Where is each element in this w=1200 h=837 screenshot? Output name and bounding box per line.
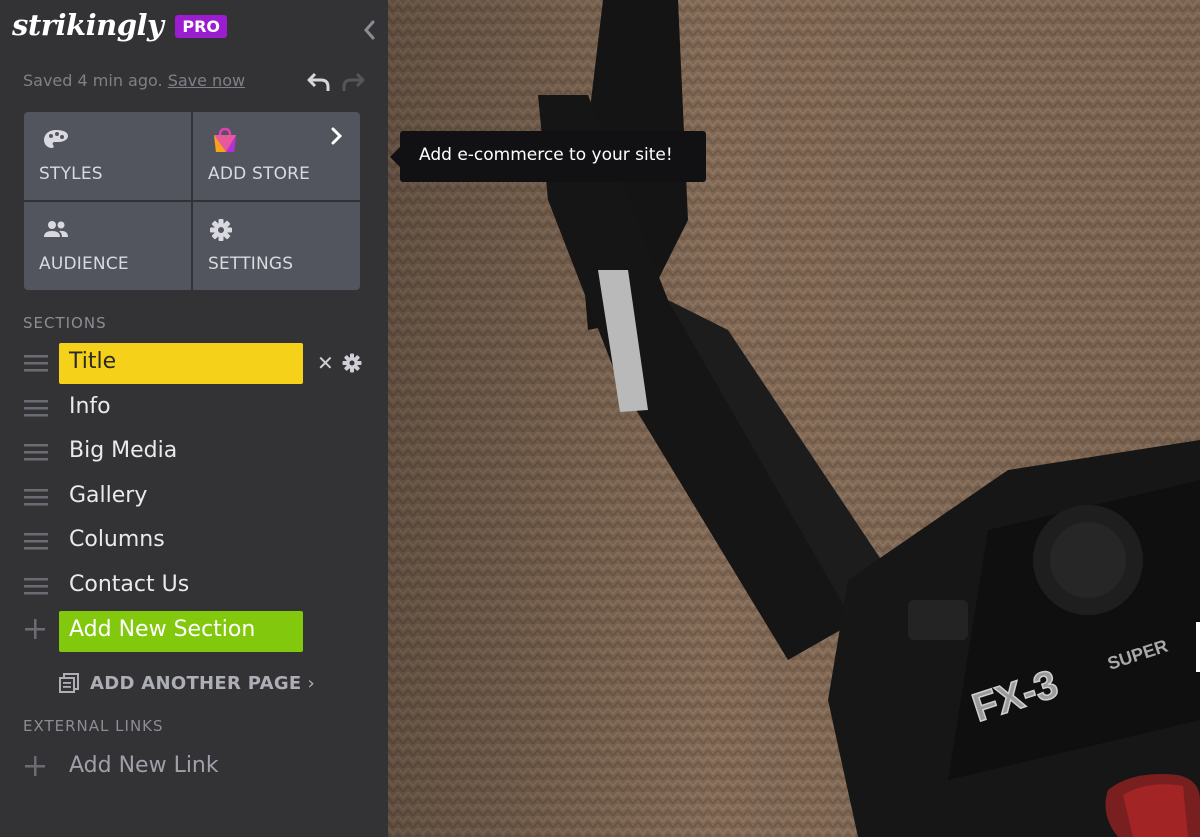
add-store-tile[interactable]: ADD STORE xyxy=(193,112,360,200)
brand: strikingly PRO xyxy=(12,8,228,42)
settings-label: SETTINGS xyxy=(208,254,294,274)
add-new-section-label: Add New Section xyxy=(69,616,256,642)
section-label[interactable]: Big Media xyxy=(69,438,177,463)
section-item-big-media[interactable]: Big Media xyxy=(0,430,388,475)
save-now-link[interactable]: Save now xyxy=(168,71,245,90)
section-list: Title ✕ Info Big Media Gallery Columns C… xyxy=(0,341,388,653)
editor-tiles: STYLES ADD STORE AUDIENCE SETTINGS xyxy=(24,112,360,290)
section-label[interactable]: Gallery xyxy=(69,483,147,508)
save-status: Saved 4 min ago. Save now xyxy=(23,71,245,90)
redo-icon xyxy=(342,72,365,91)
plus-icon[interactable] xyxy=(24,755,46,777)
section-item-gallery[interactable]: Gallery xyxy=(0,475,388,520)
drag-handle-icon[interactable] xyxy=(24,353,48,373)
section-label[interactable]: Columns xyxy=(69,527,165,552)
hero-background-photo: FX-3 SUPER xyxy=(388,0,1200,837)
section-label[interactable]: Info xyxy=(69,394,111,419)
section-label[interactable]: Contact Us xyxy=(69,572,189,597)
people-icon xyxy=(44,221,68,237)
section-label[interactable]: Title xyxy=(69,349,116,374)
pro-badge: PRO xyxy=(175,14,228,38)
styles-tile[interactable]: STYLES xyxy=(24,112,191,200)
audience-label: AUDIENCE xyxy=(39,254,129,274)
external-links-heading: EXTERNAL LINKS xyxy=(23,717,164,735)
chevron-right-icon xyxy=(331,127,343,145)
drag-handle-icon[interactable] xyxy=(24,398,48,418)
add-another-page-label: ADD ANOTHER PAGE xyxy=(90,672,302,694)
tooltip-text: Add e-commerce to your site! xyxy=(419,145,673,165)
undo-icon xyxy=(307,72,330,91)
add-new-section-button[interactable]: Add New Section xyxy=(59,610,303,652)
delete-section-button[interactable]: ✕ xyxy=(317,351,334,375)
section-item-info[interactable]: Info xyxy=(0,386,388,431)
strikingly-logo[interactable]: strikingly xyxy=(12,8,164,42)
redo-button[interactable] xyxy=(340,71,366,93)
saved-time-text: Saved 4 min ago. xyxy=(23,71,163,90)
chevron-right-icon: › xyxy=(307,672,315,694)
add-section-row: Add New Section xyxy=(0,609,388,654)
add-link-row: Add New Link xyxy=(0,748,388,788)
add-store-label: ADD STORE xyxy=(208,164,311,184)
drag-handle-icon[interactable] xyxy=(24,487,48,507)
gear-icon xyxy=(210,219,232,241)
styles-label: STYLES xyxy=(39,164,103,184)
sections-heading: SECTIONS xyxy=(23,314,107,332)
collapse-sidebar-button[interactable] xyxy=(360,18,380,42)
drag-handle-icon[interactable] xyxy=(24,576,48,596)
editor-sidebar: strikingly PRO Saved 4 min ago. Save now xyxy=(0,0,388,837)
audience-tile[interactable]: AUDIENCE xyxy=(24,202,191,290)
palette-icon xyxy=(44,130,68,148)
undo-button[interactable] xyxy=(306,71,332,93)
section-item-contact-us[interactable]: Contact Us xyxy=(0,564,388,609)
drag-handle-icon[interactable] xyxy=(24,442,48,462)
drag-handle-icon[interactable] xyxy=(24,531,48,551)
section-settings-gear-icon[interactable] xyxy=(341,352,363,374)
chevron-left-icon xyxy=(364,20,375,40)
add-another-page-link[interactable]: ADD ANOTHER PAGE › xyxy=(58,672,315,694)
pages-icon xyxy=(59,673,79,693)
section-item-title[interactable]: Title ✕ xyxy=(0,341,388,386)
section-item-columns[interactable]: Columns xyxy=(0,519,388,564)
settings-tile[interactable]: SETTINGS xyxy=(193,202,360,290)
add-store-tooltip: Add e-commerce to your site! xyxy=(390,131,706,182)
add-new-link-button[interactable]: Add New Link xyxy=(69,753,219,778)
plus-icon[interactable] xyxy=(24,618,46,640)
page-preview-canvas[interactable]: FX-3 SUPER xyxy=(388,0,1200,837)
shopping-bag-icon xyxy=(214,127,236,152)
